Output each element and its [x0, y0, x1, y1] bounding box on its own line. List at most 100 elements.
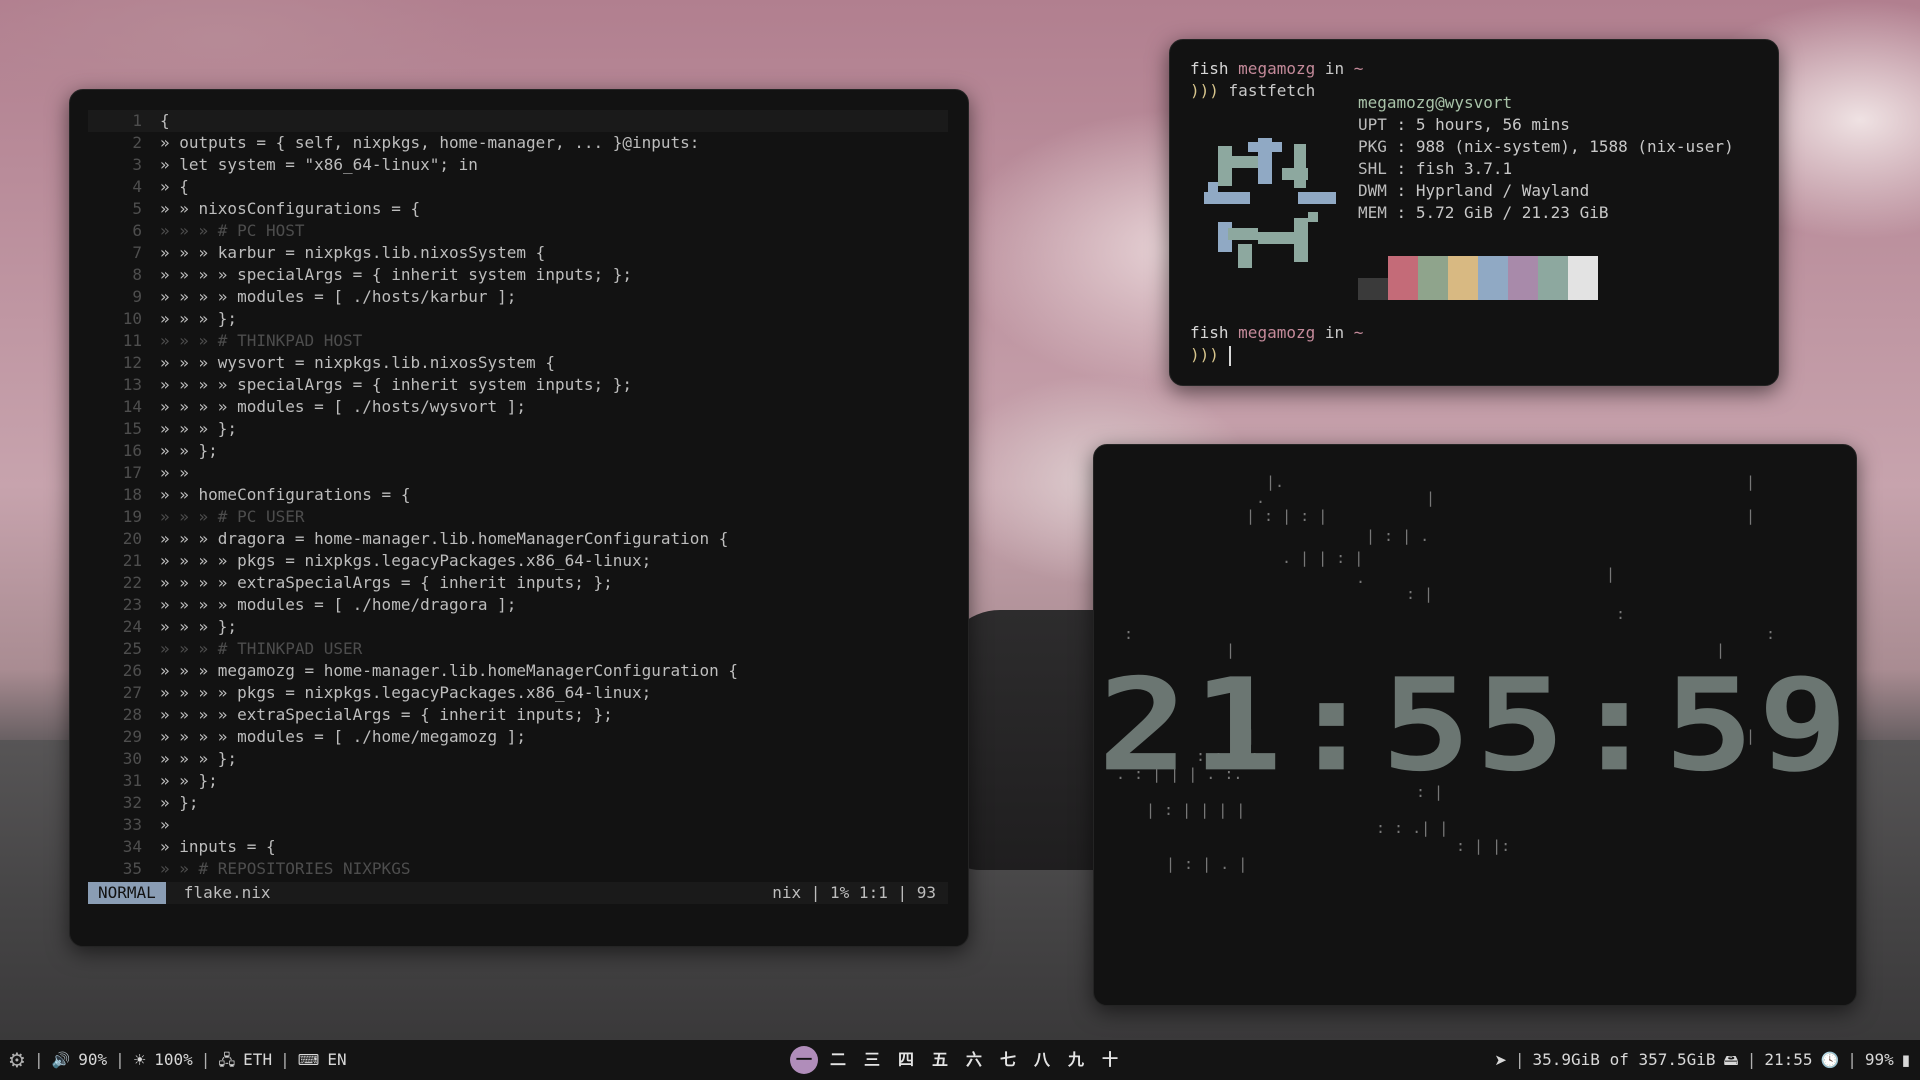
rain-glyph: . | | : |: [1282, 549, 1364, 567]
workspace-button[interactable]: 九: [1062, 1046, 1090, 1074]
rain-glyph: |: [1426, 489, 1436, 507]
workspace-button[interactable]: 十: [1096, 1046, 1124, 1074]
rain-glyph: .: [1256, 489, 1266, 507]
gear-icon[interactable]: ⚙: [8, 1040, 26, 1080]
info-value: Hyprland / Wayland: [1415, 181, 1590, 200]
prompt-arrows: ))): [1190, 81, 1219, 100]
rain-glyph: |: [1746, 473, 1756, 491]
code-text: » »: [160, 463, 189, 482]
code-area[interactable]: 1{2 » outputs = { self, nixpkgs, home-man…: [88, 110, 948, 880]
code-text: » outputs = { self, nixpkgs, home-manage…: [160, 133, 700, 152]
workspace-button[interactable]: 四: [892, 1046, 920, 1074]
code-line[interactable]: 22 » » » » extraSpecialArgs = { inherit i…: [88, 572, 948, 594]
network-status[interactable]: ETH: [243, 1040, 272, 1080]
code-text: » » nixosConfigurations = {: [160, 199, 421, 218]
code-text: » };: [160, 793, 199, 812]
code-line[interactable]: 2 » outputs = { self, nixpkgs, home-manag…: [88, 132, 948, 154]
code-line[interactable]: 13 » » » » specialArgs = { inherit system…: [88, 374, 948, 396]
code-line[interactable]: 3 » let system = "x86_64-linux"; in: [88, 154, 948, 176]
code-text: » » » » modules = [ ./home/dragora ];: [160, 595, 517, 614]
code-line[interactable]: 10 » » » };: [88, 308, 948, 330]
code-line[interactable]: 24 » » » };: [88, 616, 948, 638]
code-line[interactable]: 35 » » # REPOSITORIES NIXPKGS: [88, 858, 948, 880]
info-key: UPT: [1358, 115, 1387, 134]
line-number: 2: [132, 133, 142, 152]
separator: |: [115, 1050, 125, 1069]
code-text: » » » # THINKPAD HOST: [160, 331, 363, 350]
code-line[interactable]: 1{: [88, 110, 948, 132]
code-line[interactable]: 23 » » » » modules = [ ./home/dragora ];: [88, 594, 948, 616]
workspace-button[interactable]: 六: [960, 1046, 988, 1074]
color-swatch: [1358, 278, 1388, 300]
code-line[interactable]: 16 » » };: [88, 440, 948, 462]
fastfetch-info-line: UPT : 5 hours, 56 mins: [1358, 114, 1570, 136]
rain-glyph: | : | : |: [1246, 507, 1328, 525]
rain-glyph: |: [1746, 507, 1756, 525]
code-line[interactable]: 5 » » nixosConfigurations = {: [88, 198, 948, 220]
keyboard-layout[interactable]: EN: [327, 1040, 346, 1080]
line-number: 18: [122, 485, 142, 504]
code-line[interactable]: 9 » » » » modules = [ ./hosts/karbur ];: [88, 286, 948, 308]
separator: |: [200, 1050, 211, 1069]
line-number: 11: [122, 331, 142, 350]
code-line[interactable]: 34 » inputs = {: [88, 836, 948, 858]
code-line[interactable]: 29 » » » » modules = [ ./home/megamozg ];: [88, 726, 948, 748]
text-cursor: [1228, 345, 1231, 366]
code-line[interactable]: 7 » » » karbur = nixpkgs.lib.nixosSystem …: [88, 242, 948, 264]
send-icon[interactable]: ➤: [1494, 1040, 1507, 1080]
code-line[interactable]: 19 » » » # PC USER: [88, 506, 948, 528]
code-line[interactable]: 21 » » » » pkgs = nixpkgs.legacyPackages.…: [88, 550, 948, 572]
clock-window[interactable]: |. | . | | : | : | | | : | . . | | : | .…: [1093, 444, 1857, 1006]
status-bar: ⚙ | 🔊 90% | ☀ 100% | 🖧 ETH | ⌨ EN 一二三四五六…: [0, 1040, 1920, 1080]
workspace-button[interactable]: 五: [926, 1046, 954, 1074]
workspace-button[interactable]: 三: [858, 1046, 886, 1074]
workspace-button[interactable]: 一: [790, 1046, 818, 1074]
code-line[interactable]: 32 » };: [88, 792, 948, 814]
code-text: » » » };: [160, 617, 238, 636]
code-line[interactable]: 30 » » » };: [88, 748, 948, 770]
prompt-line-2: fish megamozg in ~: [1190, 322, 1363, 344]
code-line[interactable]: 27 » » » » pkgs = nixpkgs.legacyPackages.…: [88, 682, 948, 704]
clock-icon: 🕓: [1820, 1051, 1840, 1069]
code-line[interactable]: 17 » »: [88, 462, 948, 484]
code-line[interactable]: 12 » » » wysvort = nixpkgs.lib.nixosSyste…: [88, 352, 948, 374]
line-number: 4: [132, 177, 142, 196]
volume-level[interactable]: 90%: [78, 1040, 107, 1080]
workspace-button[interactable]: 七: [994, 1046, 1022, 1074]
file-position-info: nix | 1% 1:1 | 93: [772, 883, 936, 902]
workspace-button[interactable]: 八: [1028, 1046, 1056, 1074]
code-line[interactable]: 4 » {: [88, 176, 948, 198]
code-text: » » » » extraSpecialArgs = { inherit inp…: [160, 705, 613, 724]
workspace-button[interactable]: 二: [824, 1046, 852, 1074]
battery-level: 99%: [1864, 1050, 1894, 1069]
code-text: » » » karbur = nixpkgs.lib.nixosSystem {: [160, 243, 546, 262]
code-line[interactable]: 18 » » homeConfigurations = {: [88, 484, 948, 506]
code-text: » » » » pkgs = nixpkgs.legacyPackages.x8…: [160, 551, 652, 570]
rain-glyph: | : | .: [1366, 527, 1430, 545]
line-number: 31: [122, 771, 142, 790]
code-line[interactable]: 6 » » » # PC HOST: [88, 220, 948, 242]
bar-clock[interactable]: 21:55: [1764, 1040, 1812, 1080]
prompt-dir: ~: [1353, 59, 1364, 78]
line-number: 25: [122, 639, 142, 658]
code-line[interactable]: 15 » » » };: [88, 418, 948, 440]
volume-icon[interactable]: 🔊: [52, 1040, 71, 1080]
code-line[interactable]: 20 » » » dragora = home-manager.lib.homeM…: [88, 528, 948, 550]
terminal-window[interactable]: fish megamozg in ~ ))) fastfetch megamoz…: [1169, 39, 1779, 386]
code-line[interactable]: 25 » » » # THINKPAD USER: [88, 638, 948, 660]
info-key: PKG: [1358, 137, 1387, 156]
info-separator: :: [1386, 159, 1416, 178]
editor-window[interactable]: 1{2 » outputs = { self, nixpkgs, home-man…: [69, 89, 969, 947]
code-line[interactable]: 11 » » » # THINKPAD HOST: [88, 330, 948, 352]
code-line[interactable]: 28 » » » » extraSpecialArgs = { inherit i…: [88, 704, 948, 726]
rain-glyph: : |: [1406, 585, 1434, 603]
brightness-level[interactable]: 100%: [154, 1040, 193, 1080]
input-line[interactable]: ))): [1190, 344, 1231, 366]
code-line[interactable]: 31 » » };: [88, 770, 948, 792]
code-line[interactable]: 14 » » » » modules = [ ./hosts/wysvort ];: [88, 396, 948, 418]
code-line[interactable]: 33 »: [88, 814, 948, 836]
code-line[interactable]: 26 » » » megamozg = home-manager.lib.home…: [88, 660, 948, 682]
code-line[interactable]: 8 » » » » specialArgs = { inherit system …: [88, 264, 948, 286]
file-name: flake.nix: [183, 883, 271, 902]
line-number: 17: [122, 463, 142, 482]
